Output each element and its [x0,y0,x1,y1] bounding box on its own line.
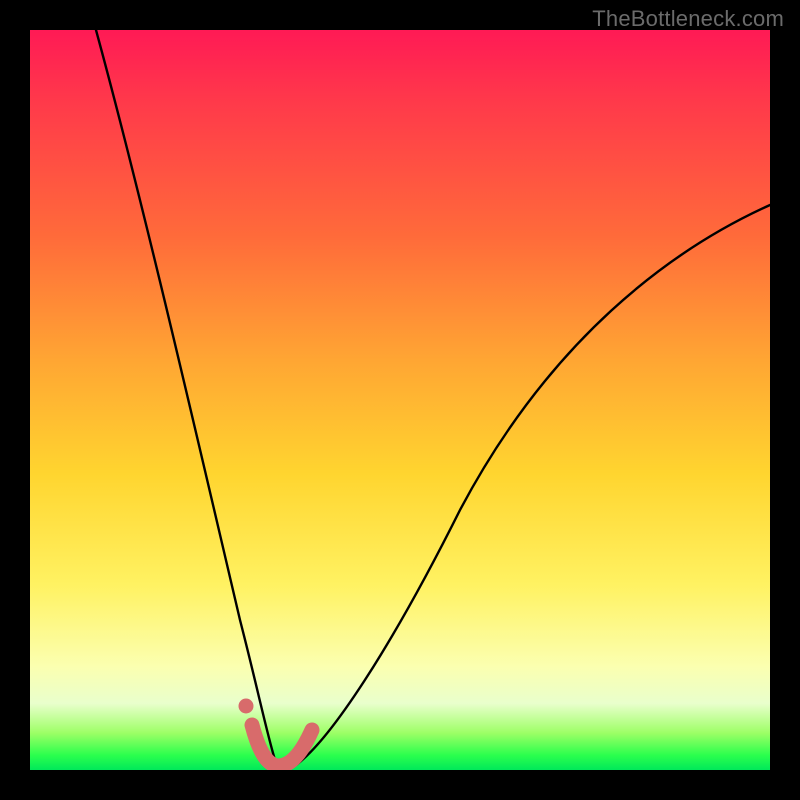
chart-frame: TheBottleneck.com [0,0,800,800]
optimal-marker-dot [239,699,254,714]
plot-area [30,30,770,770]
bottleneck-curve-svg [30,30,770,770]
watermark-text: TheBottleneck.com [592,6,784,32]
bottleneck-curve [96,30,770,768]
